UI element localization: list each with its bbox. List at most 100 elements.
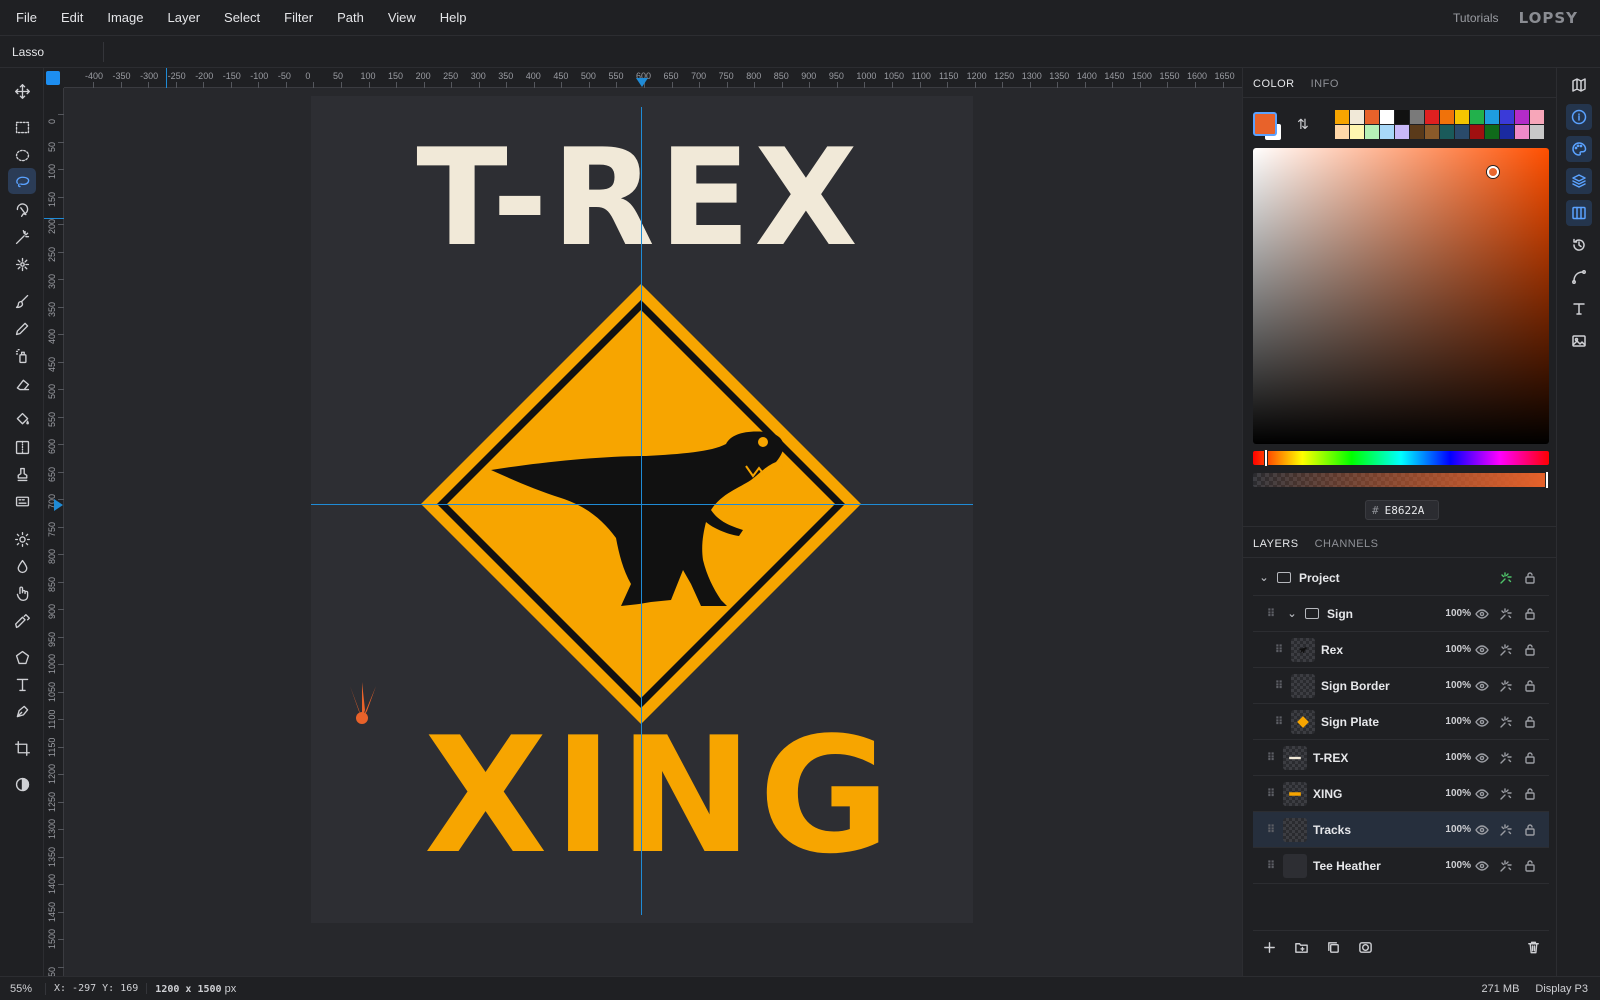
- layer-row-t-rex[interactable]: ⠿ T-REX 100%: [1253, 740, 1549, 776]
- menu-help[interactable]: Help: [428, 0, 479, 36]
- delete-layer-icon[interactable]: [1517, 936, 1549, 960]
- tab-channels[interactable]: CHANNELS: [1307, 538, 1387, 557]
- move-tool-icon[interactable]: [8, 78, 36, 104]
- chevron-down-icon[interactable]: ⌄: [1285, 607, 1299, 620]
- lock-icon[interactable]: [1523, 715, 1537, 729]
- layer-opacity[interactable]: 100%: [1445, 680, 1471, 691]
- lock-icon[interactable]: [1523, 787, 1537, 801]
- palette-swatch[interactable]: [1455, 110, 1469, 124]
- alpha-slider-handle[interactable]: [1545, 471, 1549, 489]
- layer-row-sign-border[interactable]: ⠿ Sign Border 100%: [1253, 668, 1549, 704]
- palette-swatch[interactable]: [1455, 125, 1469, 139]
- duplicate-layer-icon[interactable]: [1317, 936, 1349, 960]
- drag-handle-icon[interactable]: ⠿: [1273, 643, 1285, 656]
- layer-name[interactable]: Sign: [1327, 607, 1353, 621]
- guide-marker-top[interactable]: [636, 78, 648, 87]
- tab-info[interactable]: INFO: [1303, 78, 1347, 97]
- adjust-tool-icon[interactable]: [8, 771, 36, 797]
- palette-swatch[interactable]: [1335, 125, 1349, 139]
- palette-swatch[interactable]: [1425, 125, 1439, 139]
- pencil-tool-icon[interactable]: [8, 315, 36, 341]
- guide-vertical[interactable]: [641, 107, 642, 915]
- smart-link-icon[interactable]: [1499, 679, 1513, 693]
- lasso-tool-icon[interactable]: [8, 168, 36, 194]
- lock-icon[interactable]: [1523, 571, 1537, 585]
- tab-layers[interactable]: LAYERS: [1245, 538, 1307, 557]
- quick-select-icon[interactable]: [8, 251, 36, 277]
- smart-link-icon[interactable]: [1499, 823, 1513, 837]
- new-group-icon[interactable]: [1285, 936, 1317, 960]
- guide-marker-left[interactable]: [54, 499, 63, 511]
- layer-opacity[interactable]: 100%: [1445, 716, 1471, 727]
- path-icon[interactable]: [1566, 264, 1592, 290]
- eye-icon[interactable]: [1475, 787, 1489, 801]
- smart-link-icon[interactable]: [1499, 859, 1513, 873]
- clone-stamp-icon[interactable]: [8, 461, 36, 487]
- spray-tool-icon[interactable]: [8, 343, 36, 369]
- palette-swatch[interactable]: [1335, 110, 1349, 124]
- smudge-tool-icon[interactable]: [8, 580, 36, 606]
- menu-file[interactable]: File: [0, 0, 49, 36]
- palette-swatch[interactable]: [1500, 110, 1514, 124]
- swap-colors-icon[interactable]: ⇅: [1297, 116, 1309, 133]
- palette-swatch[interactable]: [1440, 110, 1454, 124]
- palette-swatch[interactable]: [1530, 125, 1544, 139]
- eyedropper-icon[interactable]: [8, 608, 36, 634]
- lock-icon[interactable]: [1523, 823, 1537, 837]
- menu-select[interactable]: Select: [212, 0, 272, 36]
- palette-swatch[interactable]: [1350, 125, 1364, 139]
- shape-tool-icon[interactable]: [8, 644, 36, 670]
- drag-handle-icon[interactable]: ⠿: [1265, 607, 1277, 620]
- palette-icon[interactable]: [1566, 136, 1592, 162]
- tutorials-link[interactable]: Tutorials: [1453, 11, 1499, 25]
- canvas-area[interactable]: -400 -350 -300 -250 -200 -150 -100 -50 0 50 100 150…: [44, 68, 1242, 976]
- layer-row-tracks[interactable]: ⠿ Tracks 100%: [1253, 812, 1549, 848]
- hex-value[interactable]: E8622A: [1385, 504, 1425, 517]
- map-icon[interactable]: [1566, 72, 1592, 98]
- palette-swatch[interactable]: [1380, 110, 1394, 124]
- alpha-slider[interactable]: [1253, 473, 1549, 487]
- foreground-color-swatch[interactable]: [1253, 112, 1277, 136]
- eye-icon[interactable]: [1475, 715, 1489, 729]
- lock-icon[interactable]: [1523, 643, 1537, 657]
- palette-swatch[interactable]: [1410, 125, 1424, 139]
- saturation-value-picker[interactable]: [1253, 148, 1549, 444]
- eye-icon[interactable]: [1475, 823, 1489, 837]
- guide-horizontal[interactable]: [311, 504, 973, 505]
- columns-icon[interactable]: [1566, 200, 1592, 226]
- drag-handle-icon[interactable]: ⠿: [1265, 751, 1277, 764]
- magic-wand-icon[interactable]: [8, 224, 36, 250]
- drag-handle-icon[interactable]: ⠿: [1265, 859, 1277, 872]
- layers-icon[interactable]: [1566, 168, 1592, 194]
- rect-select-icon[interactable]: [8, 114, 36, 140]
- brush-tool-icon[interactable]: [8, 288, 36, 314]
- ellipse-select-icon[interactable]: [8, 142, 36, 168]
- palette-swatch[interactable]: [1380, 125, 1394, 139]
- layer-name[interactable]: T-REX: [1313, 751, 1348, 765]
- menu-path[interactable]: Path: [325, 0, 376, 36]
- layer-name[interactable]: Rex: [1321, 643, 1343, 657]
- eye-icon[interactable]: [1475, 607, 1489, 621]
- info-icon[interactable]: [1566, 104, 1592, 130]
- image-icon[interactable]: [1566, 328, 1592, 354]
- blur-tool-icon[interactable]: [8, 553, 36, 579]
- lock-icon[interactable]: [1523, 607, 1537, 621]
- layer-name[interactable]: Sign Border: [1321, 679, 1390, 693]
- palette-swatch[interactable]: [1530, 110, 1544, 124]
- smart-link-icon[interactable]: [1499, 607, 1513, 621]
- fill-tool-icon[interactable]: [8, 406, 36, 432]
- smart-link-icon[interactable]: [1499, 751, 1513, 765]
- menu-view[interactable]: View: [376, 0, 428, 36]
- palette-swatch[interactable]: [1395, 125, 1409, 139]
- layer-row-rex[interactable]: ⠿ Rex 100%: [1253, 632, 1549, 668]
- palette-swatch[interactable]: [1425, 110, 1439, 124]
- add-layer-icon[interactable]: [1253, 936, 1285, 960]
- drag-handle-icon[interactable]: ⠿: [1265, 823, 1277, 836]
- palette-swatch[interactable]: [1470, 110, 1484, 124]
- gradient-tool-icon[interactable]: [8, 434, 36, 460]
- palette-swatch[interactable]: [1410, 110, 1424, 124]
- eraser-tool-icon[interactable]: [8, 371, 36, 397]
- hue-slider-handle[interactable]: [1264, 449, 1268, 467]
- dodge-tool-icon[interactable]: [8, 526, 36, 552]
- drag-handle-icon[interactable]: ⠿: [1273, 715, 1285, 728]
